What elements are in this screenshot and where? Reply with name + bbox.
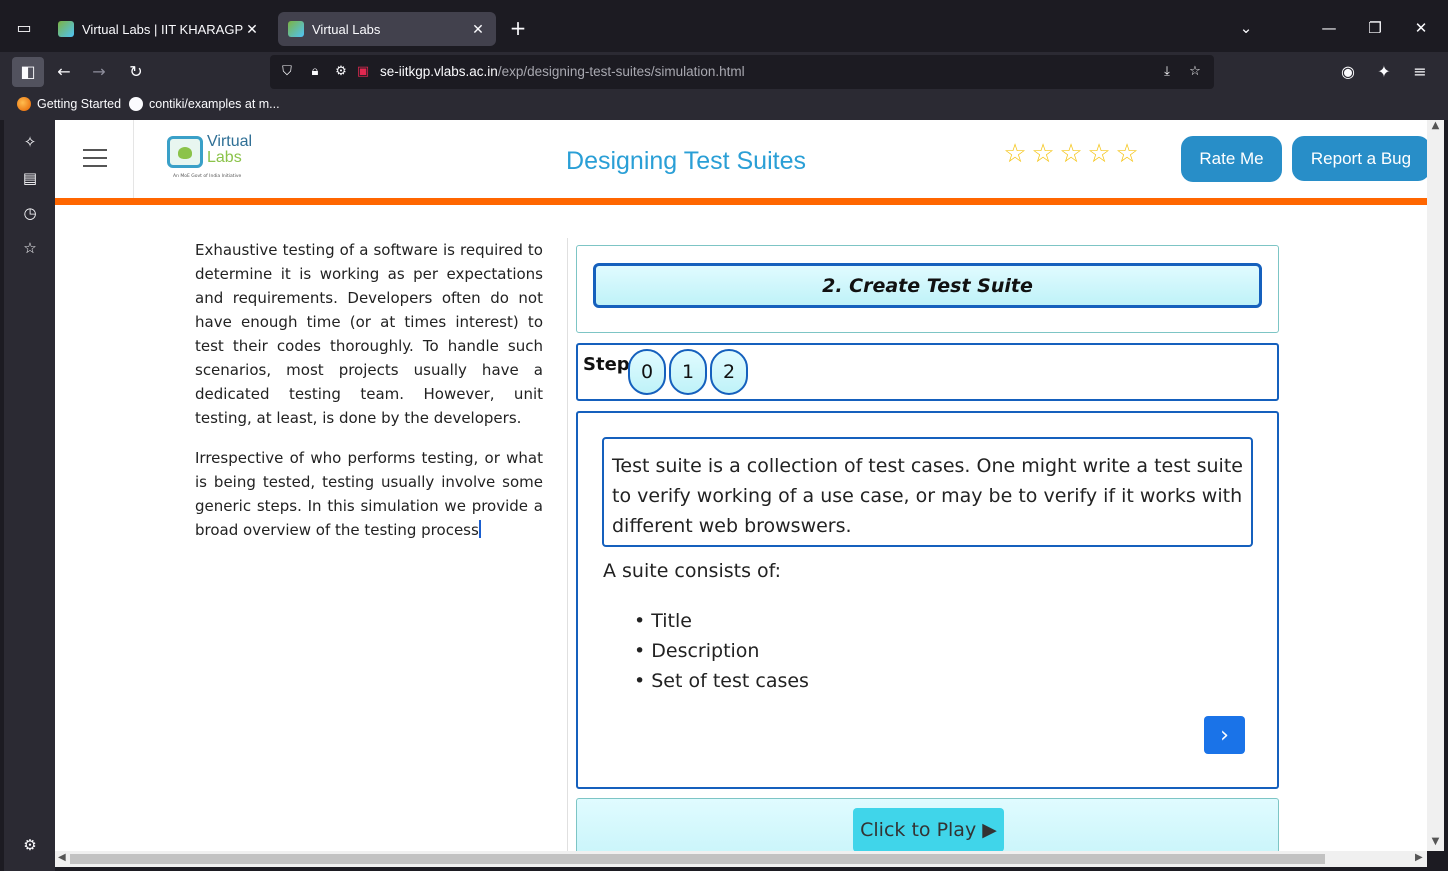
bookmark-star-icon[interactable]: ☆ — [1186, 63, 1204, 81]
tab-list-icon[interactable]: ▭ — [14, 18, 34, 38]
play-card: Click to Play ▶ — [576, 798, 1279, 851]
scroll-right-icon[interactable]: ▶ — [1415, 852, 1423, 863]
new-tab-icon[interactable]: + — [508, 18, 528, 38]
virtual-labs-logo[interactable]: Virtual Labs An MoE Govt of India Initia… — [167, 134, 257, 182]
firefox-icon — [17, 97, 31, 111]
list-item: • Set of test cases — [634, 670, 809, 692]
intro-text: Exhaustive testing of a software is requ… — [195, 238, 543, 558]
navigation-toolbar: ◧ ← → ↻ ⛉ 🔒︎ ⚙ ▣ se-iitkgp.vlabs.ac.in/e… — [0, 52, 1448, 92]
bookmark-getting-started[interactable]: Getting Started — [17, 97, 121, 111]
column-divider — [567, 238, 568, 851]
hamburger-menu-icon[interactable] — [83, 149, 107, 167]
chevron-right-icon: › — [1220, 722, 1229, 748]
autoplay-blocked-icon[interactable]: ▣ — [354, 63, 372, 81]
shield-icon[interactable]: ⛉ — [278, 63, 296, 81]
tab-virtual-labs[interactable]: Virtual Labs ✕ — [278, 12, 496, 46]
tab-title: Virtual Labs | IIT KHARAGPUR — [82, 21, 244, 37]
suite-items-list: • Title • Description • Set of test case… — [634, 606, 809, 696]
star-icon[interactable]: ☆ — [1113, 140, 1141, 168]
minimize-icon[interactable]: — — [1319, 18, 1339, 38]
intro-paragraph: Exhaustive testing of a software is requ… — [195, 241, 543, 427]
url-text[interactable]: se-iitkgp.vlabs.ac.in/exp/designing-test… — [380, 64, 745, 79]
star-icon[interactable]: ☆ — [1001, 140, 1029, 168]
browser-sidebar: ✧ ▤ ◷ ☆ ⚙ — [4, 120, 55, 871]
lock-icon[interactable]: 🔒︎ — [306, 63, 324, 81]
tab-title: Virtual Labs — [312, 21, 381, 37]
page-title: Designing Test Suites — [566, 147, 806, 175]
list-all-tabs-icon[interactable]: ⌄ — [1236, 18, 1256, 38]
rating-stars[interactable]: ☆ ☆ ☆ ☆ ☆ — [1001, 140, 1141, 168]
intro-paragraph: Irrespective of who performs testing, or… — [195, 449, 543, 539]
definition-box: Test suite is a collection of test cases… — [602, 437, 1253, 547]
save-to-pocket-icon[interactable]: ⤓ — [1158, 63, 1176, 81]
scrollbar-thumb[interactable] — [70, 854, 1325, 864]
step-label: Step — [583, 354, 630, 375]
report-bug-button[interactable]: Report a Bug — [1292, 136, 1427, 181]
bookmark-label: Getting Started — [37, 97, 122, 111]
account-icon[interactable]: ◉ — [1337, 61, 1359, 83]
flask-icon — [167, 136, 203, 168]
tab-bar: ▭ Virtual Labs | IIT KHARAGPUR ✕ Virtual… — [0, 0, 1448, 52]
star-icon[interactable]: ☆ — [1029, 140, 1057, 168]
section-title: 2. Create Test Suite — [593, 263, 1262, 308]
scroll-down-icon[interactable]: ▼ — [1430, 836, 1441, 847]
close-tab-icon[interactable]: ✕ — [470, 21, 486, 38]
vertical-scrollbar[interactable]: ▲ ▼ — [1427, 120, 1444, 851]
step-content-card: Test suite is a collection of test cases… — [576, 411, 1279, 789]
page-viewport: Virtual Labs An MoE Govt of India Initia… — [55, 120, 1427, 851]
click-to-play-button[interactable]: Click to Play ▶ — [853, 808, 1004, 851]
rate-me-button[interactable]: Rate Me — [1181, 136, 1282, 182]
suite-label: A suite consists of: — [603, 560, 782, 582]
virtual-labs-favicon-icon — [288, 21, 304, 37]
horizontal-scrollbar[interactable]: ◀ ▶ — [55, 851, 1427, 867]
section-title-card: 2. Create Test Suite — [576, 245, 1279, 333]
bookmarks-icon[interactable]: ☆ — [20, 238, 40, 258]
header-divider — [133, 120, 134, 198]
synced-tabs-icon[interactable]: ▤ — [20, 168, 40, 188]
github-icon — [129, 97, 143, 111]
header-accent-bar — [55, 198, 1427, 205]
ai-chatbot-icon[interactable]: ✧ — [20, 132, 40, 152]
scroll-up-icon[interactable]: ▲ — [1430, 120, 1441, 131]
bookmark-contiki[interactable]: contiki/examples at m... — [129, 97, 280, 111]
sidebar-toggle-icon[interactable]: ◧ — [12, 57, 44, 87]
permissions-icon[interactable]: ⚙ — [332, 63, 350, 81]
close-window-icon[interactable]: ✕ — [1411, 18, 1431, 38]
logo-tagline: An MoE Govt of India Initiative — [173, 174, 242, 179]
star-icon[interactable]: ☆ — [1085, 140, 1113, 168]
text-caret — [478, 520, 481, 538]
history-icon[interactable]: ◷ — [20, 203, 40, 223]
step-button-1[interactable]: 1 — [669, 349, 707, 395]
step-button-2[interactable]: 2 — [710, 349, 748, 395]
reload-icon[interactable]: ↻ — [125, 61, 147, 83]
site-header: Virtual Labs An MoE Govt of India Initia… — [55, 120, 1427, 198]
logo-text: Labs — [207, 149, 242, 166]
scroll-left-icon[interactable]: ◀ — [58, 852, 66, 863]
back-icon[interactable]: ← — [53, 61, 75, 83]
next-step-button[interactable]: › — [1204, 716, 1245, 754]
menu-icon[interactable]: ≡ — [1409, 61, 1431, 83]
step-selector: Step 0 1 2 — [576, 343, 1279, 401]
list-item: • Description — [634, 640, 760, 662]
restore-icon[interactable]: ❐ — [1365, 18, 1385, 38]
virtual-labs-favicon-icon — [58, 21, 74, 37]
tab-virtual-labs-iit[interactable]: Virtual Labs | IIT KHARAGPUR ✕ — [48, 12, 270, 46]
step-button-0[interactable]: 0 — [628, 349, 666, 395]
forward-icon[interactable]: → — [88, 61, 110, 83]
bookmark-label: contiki/examples at m... — [149, 97, 280, 111]
extensions-icon[interactable]: ✦ — [1373, 61, 1395, 83]
bookmarks-toolbar: Getting Started contiki/examples at m... — [0, 92, 1448, 120]
list-item: • Title — [634, 610, 692, 632]
close-tab-icon[interactable]: ✕ — [244, 21, 260, 38]
url-bar[interactable]: ⛉ 🔒︎ ⚙ ▣ se-iitkgp.vlabs.ac.in/exp/desig… — [270, 55, 1214, 89]
logo-text: Virtual — [207, 133, 253, 150]
star-icon[interactable]: ☆ — [1057, 140, 1085, 168]
settings-gear-icon[interactable]: ⚙ — [20, 835, 40, 855]
